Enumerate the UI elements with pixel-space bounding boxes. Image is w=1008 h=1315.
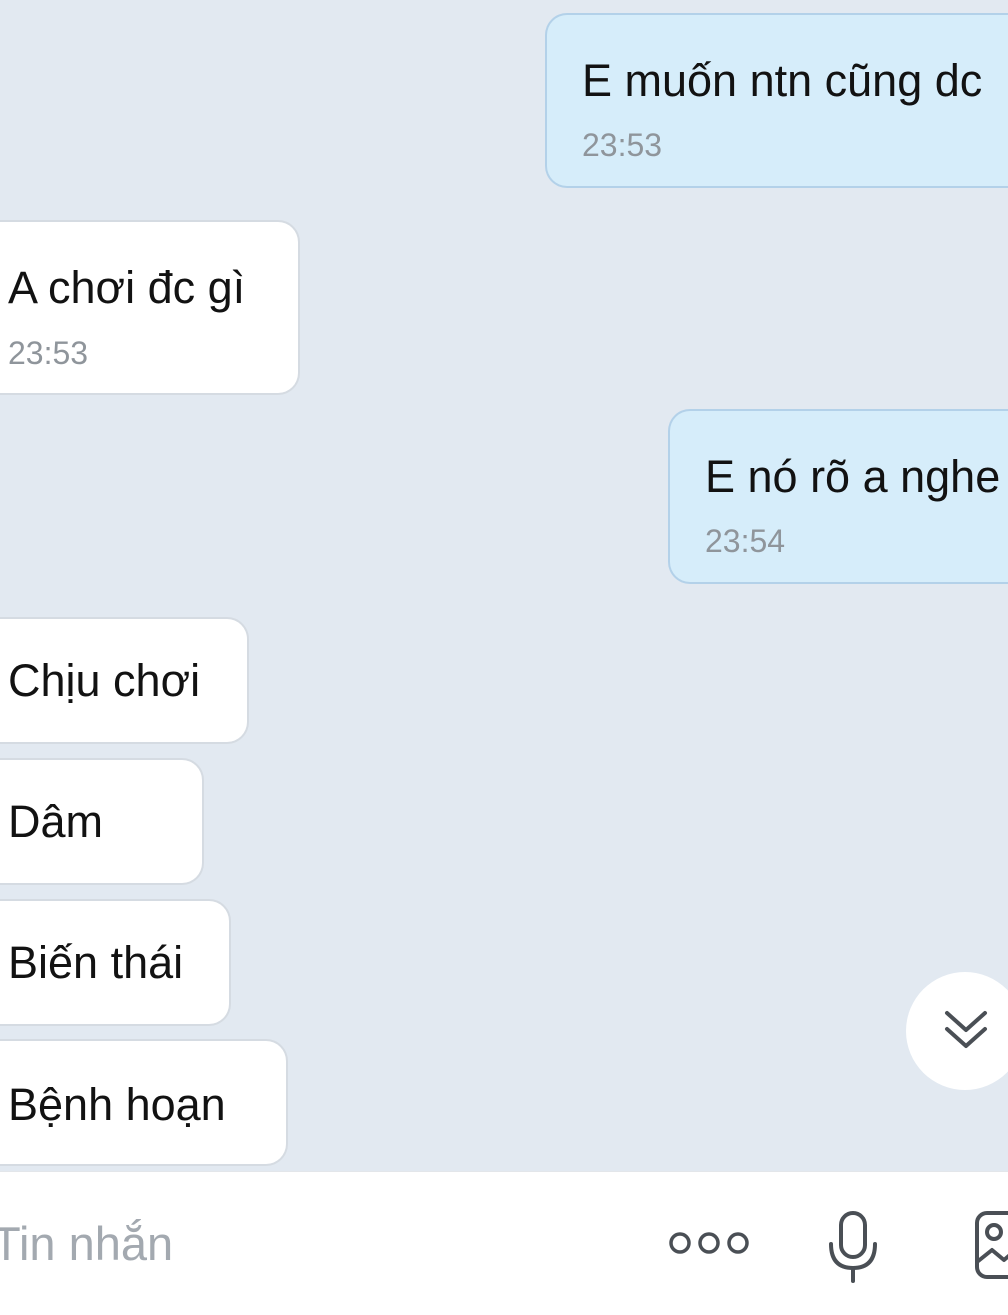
message-time: 23:53 (582, 127, 663, 163)
message-time: 23:53 (8, 335, 89, 371)
incoming-message-bubble[interactable]: Bệnh hoạn (0, 1039, 288, 1166)
scroll-to-bottom-button[interactable] (906, 972, 1008, 1090)
outgoing-message-bubble[interactable]: E muốn ntn cũng dc 23:53 (545, 13, 1008, 188)
message-text: E nó rõ a nghe (705, 451, 1001, 502)
incoming-message-bubble[interactable]: Biến thái (0, 899, 231, 1026)
incoming-message-bubble[interactable]: Chịu chơi (0, 617, 249, 744)
message-text: Bệnh hoạn (8, 1079, 226, 1130)
message-input[interactable]: Tin nhắn (0, 1216, 173, 1272)
incoming-message-bubble[interactable]: Dâm (0, 758, 204, 885)
more-options-icon[interactable] (668, 1228, 750, 1258)
message-text: A chơi đc gì (8, 262, 246, 313)
outgoing-message-bubble[interactable]: E nó rõ a nghe 23:54 (668, 409, 1008, 584)
incoming-message-bubble[interactable]: A chơi đc gì 23:53 (0, 220, 300, 395)
microphone-icon[interactable] (826, 1210, 880, 1284)
chat-message-area[interactable]: E muốn ntn cũng dc 23:53 A chơi đc gì 23… (0, 0, 1008, 1171)
message-text: Biến thái (8, 937, 184, 988)
image-icon[interactable] (974, 1210, 1008, 1280)
double-chevron-down-icon (945, 1011, 987, 1048)
message-text: Dâm (8, 796, 104, 847)
message-text: Chịu chơi (8, 655, 201, 706)
message-composer: Tin nhắn (0, 1171, 1008, 1315)
message-time: 23:54 (705, 523, 786, 559)
message-text: E muốn ntn cũng dc (582, 55, 983, 106)
